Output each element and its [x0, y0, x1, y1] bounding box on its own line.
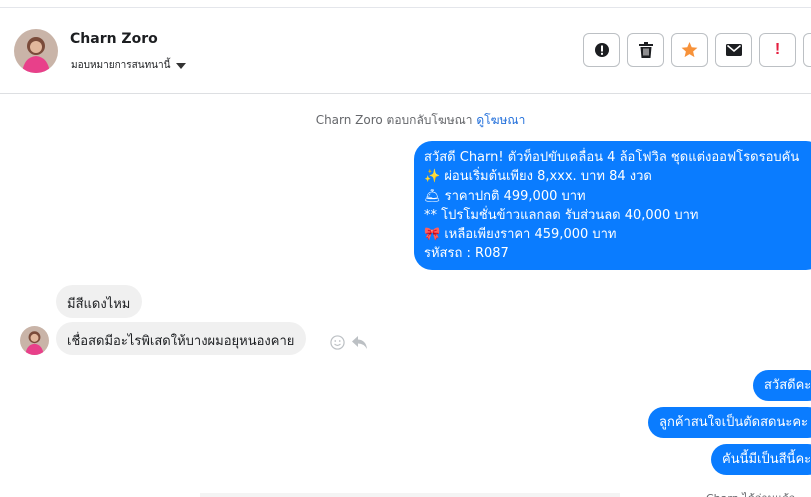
trash-icon [638, 42, 653, 58]
seen-status: Charn ได้อ่านแล้ว [706, 489, 795, 497]
exclamation-icon: ! [774, 41, 781, 58]
react-button[interactable] [330, 335, 345, 354]
delete-button[interactable] [627, 33, 664, 67]
mark-unread-button[interactable] [715, 33, 752, 67]
ad-reply-notice: Charn Zoro ตอบกลับโฆษณา ดูโฆษณา [0, 111, 811, 130]
ad-line-greeting: สวัสดี Charn! ตัวท็อปขับเคลื่อน 4 ล้อโฟว… [424, 150, 800, 165]
outgoing-message: คันนี้มีเป็นสีนี้คะ [711, 444, 811, 475]
ad-message-bubble: สวัสดี Charn! ตัวท็อปขับเคลื่อน 4 ล้อโฟว… [414, 141, 811, 270]
ad-line-car-code: รหัสรถ : R087 [424, 246, 509, 262]
message-thread: Charn Zoro ตอบกลับโฆษณา ดูโฆษณา สวัสดี C… [0, 95, 811, 497]
ad-line-price: 🛎 ราคาปกติ 499,000 บาท [424, 188, 586, 204]
flag-button[interactable]: ! [759, 33, 796, 67]
report-button[interactable] [583, 33, 620, 67]
reply-button[interactable] [352, 335, 368, 354]
assign-conversation-dropdown[interactable]: มอบหมายการสนทนานี้ [71, 58, 187, 73]
ad-line-final-price: 🎀 เหลือเพียงราคา 459,000 บาท [424, 227, 617, 243]
ad-line-promo: ** โปรโมชั่นข้าวแลกลด รับส่วนลด 40,000 บ… [424, 207, 699, 223]
smiley-icon [330, 335, 345, 350]
envelope-icon [725, 44, 742, 56]
contact-name[interactable]: Charn Zoro [70, 31, 158, 47]
outgoing-message: สวัสดีคะ [753, 370, 811, 401]
star-icon [681, 42, 698, 58]
ad-line-installment: ✨ ผ่อนเริ่มต้นเพียง 8,xxx. บาท 84 งวด [424, 169, 652, 185]
header-toolbar: ! [583, 33, 811, 67]
reply-arrow-icon [352, 336, 367, 349]
top-border [0, 0, 811, 8]
report-icon [594, 43, 609, 57]
incoming-message: มีสีแดงไหม [56, 285, 143, 318]
thread-fade [200, 493, 620, 497]
outgoing-message: ลูกค้าสนใจเป็นตัดสดนะคะ [648, 407, 811, 438]
sender-avatar [20, 326, 49, 355]
view-ad-link[interactable]: ดูโฆษณา [476, 113, 525, 127]
ad-reply-text: Charn Zoro ตอบกลับโฆษณา [315, 113, 473, 127]
more-button[interactable] [803, 33, 811, 67]
chevron-down-icon [176, 62, 187, 69]
incoming-message: เชื่อสดมีอะไรพิเสดให้บางผมอยุหนองคาย [56, 322, 307, 355]
assign-label: มอบหมายการสนทนานี้ [71, 60, 171, 71]
contact-avatar[interactable] [14, 29, 58, 73]
star-button[interactable] [671, 33, 708, 67]
conversation-header: Charn Zoro มอบหมายการสนทนานี้ ! [0, 8, 811, 94]
